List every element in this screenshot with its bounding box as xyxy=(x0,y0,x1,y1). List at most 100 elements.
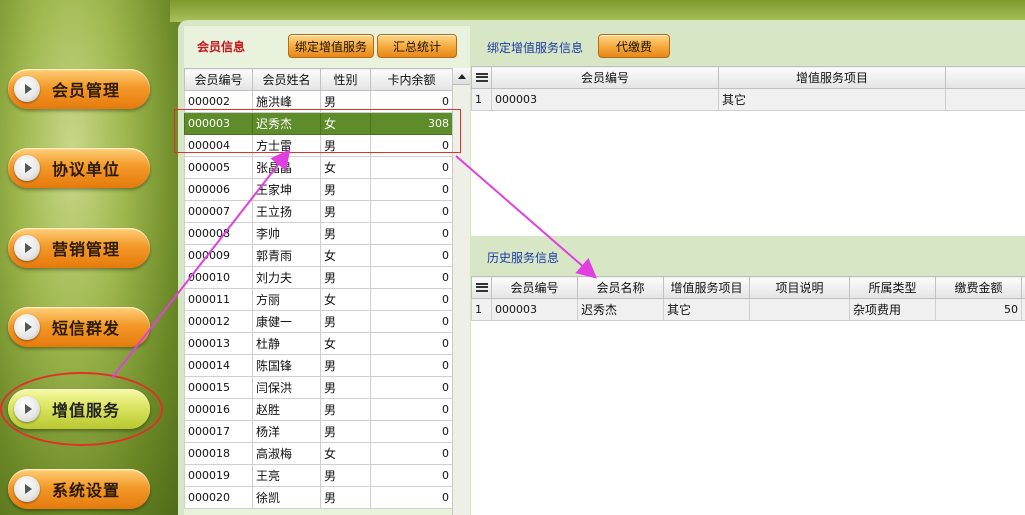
table-cell: 000014 xyxy=(184,354,253,377)
table-cell: 000015 xyxy=(184,376,253,399)
table-cell: 0 xyxy=(370,156,453,179)
table-row[interactable]: 000011 方丽女 0 xyxy=(184,288,453,311)
row-selector-header[interactable] xyxy=(471,276,492,299)
table-cell: 其它 xyxy=(718,88,946,111)
table-row[interactable]: 000015 闫保洪男 0 xyxy=(184,376,453,399)
table-cell: 000016 xyxy=(184,398,253,421)
table-cell: 0 xyxy=(370,486,453,509)
col-history-amount[interactable]: 缴费金额 xyxy=(935,276,1022,299)
table-row[interactable]: 000006 王家坤男 0 xyxy=(184,178,453,201)
table-row[interactable]: 000019 王亮男 0 xyxy=(184,464,453,487)
history-table: 会员编号 会员名称 增值服务项目 项目说明 所属类型 缴费金额 1 000003 迟… xyxy=(471,276,1025,321)
table-row[interactable]: 000017 杨洋男 0 xyxy=(184,420,453,443)
table-cell: 女 xyxy=(320,288,371,311)
table-row[interactable]: 000007 王立扬男 0 xyxy=(184,200,453,223)
table-cell: 其它 xyxy=(663,298,750,321)
summary-button[interactable]: 汇总统计 xyxy=(377,34,457,58)
table-cell: 高淑梅 xyxy=(252,442,321,465)
table-row[interactable]: 000010 刘力夫男 0 xyxy=(184,266,453,289)
table-cell: 1 xyxy=(471,88,492,111)
history-table-area: 会员编号 会员名称 增值服务项目 项目说明 所属类型 缴费金额 1 000003 迟… xyxy=(471,276,1025,515)
col-member-id[interactable]: 会员编号 xyxy=(184,68,253,91)
table-cell: 0 xyxy=(370,178,453,201)
table-cell: 0 xyxy=(370,200,453,223)
table-cell: 女 xyxy=(320,244,371,267)
table-cell: 0 xyxy=(370,464,453,487)
sidebar-item-label: 短信群发 xyxy=(52,319,121,338)
table-row[interactable]: 1 000003 其它 xyxy=(471,88,1025,111)
table-cell: 杨洋 xyxy=(252,420,321,443)
table-cell: 女 xyxy=(320,156,371,179)
table-cell: 000003 xyxy=(491,298,578,321)
col-bound-extra[interactable] xyxy=(945,66,1025,89)
table-row[interactable]: 000020 徐凯男 0 xyxy=(184,486,453,509)
table-cell: 50 xyxy=(935,298,1022,321)
table-cell: 0 xyxy=(370,376,453,399)
table-cell: 女 xyxy=(320,442,371,465)
scroll-up-icon[interactable] xyxy=(453,68,470,85)
table-row[interactable]: 000013 杜静女 0 xyxy=(184,332,453,355)
table-cell: 0 xyxy=(370,332,453,355)
table-row[interactable]: 000008 李帅男 0 xyxy=(184,222,453,245)
col-history-type[interactable]: 所属类型 xyxy=(849,276,936,299)
member-panel-header: 会员信息 xyxy=(197,34,245,58)
table-cell: 000009 xyxy=(184,244,253,267)
table-cell: 张晶晶 xyxy=(252,156,321,179)
table-row[interactable]: 000012 康健一男 0 xyxy=(184,310,453,333)
sidebar-item-3[interactable]: 短信群发 xyxy=(8,307,150,347)
table-cell: 男 xyxy=(320,310,371,333)
table-cell: 000020 xyxy=(184,486,253,509)
table-cell xyxy=(945,88,1025,111)
table-cell: 赵胜 xyxy=(252,398,321,421)
table-row[interactable]: 000014 陈国锋男 0 xyxy=(184,354,453,377)
col-gender[interactable]: 性别 xyxy=(320,68,371,91)
table-cell xyxy=(749,298,850,321)
table-cell: 0 xyxy=(370,310,453,333)
sidebar-item-label: 系统设置 xyxy=(52,481,121,500)
table-cell: 方丽 xyxy=(252,288,321,311)
sidebar-item-0[interactable]: 会员管理 xyxy=(8,69,150,109)
col-history-extra[interactable] xyxy=(1021,276,1025,299)
sidebar-item-2[interactable]: 营销管理 xyxy=(8,228,150,268)
table-cell: 徐凯 xyxy=(252,486,321,509)
bound-panel-title: 绑定增值服务信息 xyxy=(487,40,584,55)
bind-service-button[interactable]: 绑定增值服务 xyxy=(288,34,375,58)
row-selector-header[interactable] xyxy=(471,66,492,89)
col-history-description[interactable]: 项目说明 xyxy=(749,276,850,299)
play-icon xyxy=(14,235,40,261)
history-panel-header: 历史服务信息 xyxy=(487,246,559,268)
table-cell: 迟秀杰 xyxy=(577,298,664,321)
col-history-service[interactable]: 增值服务项目 xyxy=(663,276,750,299)
table-cell: 000012 xyxy=(184,310,253,333)
sidebar-item-1[interactable]: 协议单位 xyxy=(8,148,150,188)
table-row[interactable]: 000005 张晶晶女 0 xyxy=(184,156,453,179)
col-bound-member-id[interactable]: 会员编号 xyxy=(491,66,719,89)
table-cell: 郭青雨 xyxy=(252,244,321,267)
col-history-member-name[interactable]: 会员名称 xyxy=(577,276,664,299)
table-row[interactable]: 000018 高淑梅女 0 xyxy=(184,442,453,465)
table-row[interactable]: 000016 赵胜男 0 xyxy=(184,398,453,421)
table-row[interactable]: 1 000003 迟秀杰 其它 杂项费用 50 xyxy=(471,298,1025,321)
table-cell: 1 xyxy=(471,298,492,321)
table-cell: 000017 xyxy=(184,420,253,443)
member-panel-title: 会员信息 xyxy=(197,39,246,54)
col-balance[interactable]: 卡内余额 xyxy=(370,68,453,91)
table-cell: 王立扬 xyxy=(252,200,321,223)
col-member-name[interactable]: 会员姓名 xyxy=(252,68,321,91)
table-cell: 男 xyxy=(320,376,371,399)
table-cell: 0 xyxy=(370,266,453,289)
table-cell: 000005 xyxy=(184,156,253,179)
table-row[interactable]: 000009 郭青雨女 0 xyxy=(184,244,453,267)
table-cell: 000006 xyxy=(184,178,253,201)
table-cell: 王家坤 xyxy=(252,178,321,201)
table-cell: 男 xyxy=(320,200,371,223)
col-history-member-id[interactable]: 会员编号 xyxy=(491,276,578,299)
col-bound-service[interactable]: 增值服务项目 xyxy=(718,66,946,89)
table-cell: 000011 xyxy=(184,288,253,311)
sidebar-item-5[interactable]: 系统设置 xyxy=(8,469,150,509)
top-bar xyxy=(170,0,1025,22)
sidebar-item-label: 会员管理 xyxy=(52,81,121,100)
table-cell: 0 xyxy=(370,244,453,267)
pay-button[interactable]: 代缴费 xyxy=(598,34,670,58)
table-cell: 杂项费用 xyxy=(849,298,936,321)
